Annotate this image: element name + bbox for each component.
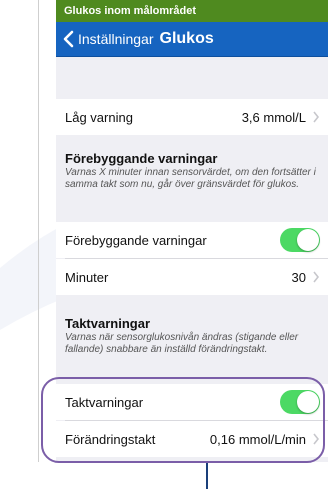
minutes-value: 30 [291, 269, 306, 285]
glucose-status-text: Glukos inom målområdet [64, 5, 197, 17]
predictive-section-header: Förebyggande varningar Varnas X minuter … [65, 151, 323, 190]
rate-toggle-label: Taktvarningar [65, 394, 144, 410]
screenshot-canvas: Glukos inom målområdet Inställningar Glu… [0, 0, 328, 489]
rate-section-description: Varnas när sensorglukosnivån ändras (sti… [65, 332, 299, 355]
rate-of-change-row[interactable]: Förändringstakt 0,16 mmol/L/min [56, 421, 328, 457]
toggle-knob [297, 229, 319, 251]
chevron-right-icon [313, 433, 320, 445]
glucose-status-banner: Glukos inom målområdet [56, 0, 328, 22]
page-title: Glukos [159, 30, 214, 47]
minutes-label: Minuter [65, 269, 109, 285]
rate-of-change-label: Förändringstakt [65, 431, 156, 447]
frame-divider [38, 0, 39, 462]
predictive-section-title: Förebyggande varningar [65, 151, 218, 166]
low-alert-label: Låg varning [65, 109, 133, 125]
predictive-toggle-row: Förebyggande varningar [56, 222, 328, 258]
navigation-bar: Inställningar Glukos [56, 22, 328, 57]
back-button[interactable]: Inställningar [62, 30, 154, 48]
back-label: Inställningar [78, 31, 154, 47]
chevron-right-icon [313, 271, 320, 283]
rate-section-header: Taktvarningar Varnas när sensorglukosniv… [65, 316, 323, 355]
rate-of-change-value: 0,16 mmol/L/min [209, 431, 306, 447]
predictive-toggle-label: Förebyggande varningar [65, 232, 207, 248]
predictive-section-description: Varnas X minuter innan sensorvärdet, om … [65, 167, 316, 190]
phone-screen: Glukos inom målområdet Inställningar Glu… [56, 0, 328, 462]
low-alert-row[interactable]: Låg varning 3,6 mmol/L [56, 99, 328, 135]
chevron-left-icon [63, 30, 74, 48]
rate-section-title: Taktvarningar [65, 316, 151, 331]
chevron-right-icon [313, 111, 320, 123]
callout-pointer-line [206, 463, 208, 489]
minutes-row[interactable]: Minuter 30 [56, 259, 328, 295]
rate-toggle-row: Taktvarningar [56, 384, 328, 420]
low-alert-value: 3,6 mmol/L [241, 109, 306, 125]
rate-alerts-toggle[interactable] [280, 390, 320, 414]
predictive-alerts-toggle[interactable] [280, 228, 320, 252]
toggle-knob [297, 391, 319, 413]
